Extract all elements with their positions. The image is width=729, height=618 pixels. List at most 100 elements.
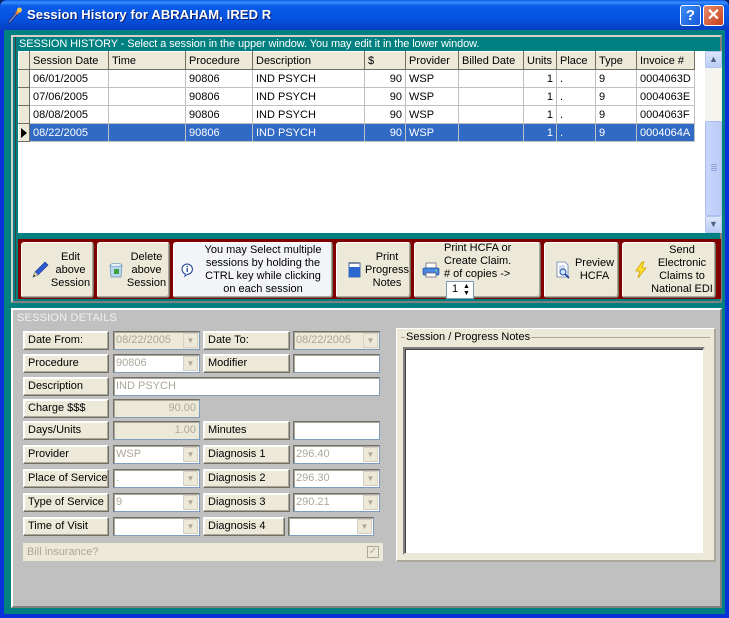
cell-invoice[interactable]: 0004063F — [636, 105, 695, 124]
cell-place[interactable]: . — [556, 123, 596, 142]
cell-billed-date[interactable] — [458, 123, 524, 142]
cell-session-date[interactable]: 07/06/2005 — [29, 87, 109, 106]
col-time[interactable]: Time — [108, 51, 186, 70]
cell-time[interactable] — [108, 105, 186, 124]
chevron-down-icon[interactable]: ▼ — [183, 447, 198, 462]
col-provider[interactable]: Provider — [405, 51, 459, 70]
cell-description[interactable]: IND PSYCH — [252, 87, 365, 106]
provider-dropdown[interactable]: WSP ▼ — [113, 445, 200, 464]
session-row[interactable]: 06/01/2005 90806 IND PSYCH 90 WSP 1. 9 0004063D — [18, 69, 695, 88]
cell-units[interactable]: 1 — [523, 123, 557, 142]
bill-insurance-checkbox[interactable]: ✓ — [367, 546, 379, 558]
chevron-down-icon[interactable]: ▼ — [363, 471, 378, 486]
diagnosis-4-dropdown[interactable]: ▼ — [288, 517, 374, 536]
cell-billed-date[interactable] — [458, 69, 524, 88]
chevron-down-icon[interactable]: ▼ — [363, 495, 378, 510]
cell-billed-date[interactable] — [458, 87, 524, 106]
col-place[interactable]: Place — [556, 51, 596, 70]
cell-units[interactable]: 1 — [523, 69, 557, 88]
cell-type[interactable]: 9 — [595, 105, 637, 124]
description-input[interactable]: IND PSYCH — [113, 377, 380, 396]
col-amount[interactable]: $ — [364, 51, 406, 70]
cell-amount[interactable]: 90 — [364, 87, 406, 106]
cell-invoice[interactable]: 0004063E — [636, 87, 695, 106]
send-edi-claims-button[interactable]: Send Electronic Claims to National EDI — [622, 242, 716, 298]
cell-provider[interactable]: WSP — [405, 87, 459, 106]
date-from-field[interactable]: 08/22/2005 ▼ — [113, 331, 200, 350]
procedure-dropdown[interactable]: 90806 ▼ — [113, 354, 200, 373]
cell-type[interactable]: 9 — [595, 87, 637, 106]
scroll-down-button[interactable]: ▼ — [705, 216, 722, 233]
diagnosis-3-dropdown[interactable]: 290.21 ▼ — [293, 493, 380, 512]
row-selector[interactable] — [18, 105, 30, 124]
delete-session-button[interactable]: Delete above Session — [97, 242, 170, 298]
copies-spinner[interactable]: 1 ▲ ▼ — [446, 280, 474, 299]
cell-description[interactable]: IND PSYCH — [252, 105, 365, 124]
spin-up-icon[interactable]: ▲ — [463, 283, 473, 290]
spin-down-icon[interactable]: ▼ — [463, 290, 473, 297]
place-of-service-dropdown[interactable]: . ▼ — [113, 469, 200, 488]
cell-billed-date[interactable] — [458, 105, 524, 124]
modifier-input[interactable] — [293, 354, 380, 373]
chevron-down-icon[interactable]: ▼ — [183, 356, 198, 371]
cell-procedure[interactable]: 90806 — [185, 69, 253, 88]
session-grid[interactable]: Session Date Time Procedure Description … — [18, 51, 705, 233]
date-to-field[interactable]: 08/22/2005 ▼ — [293, 331, 380, 350]
cell-invoice[interactable]: 0004063D — [636, 69, 695, 88]
chevron-down-icon[interactable]: ▼ — [183, 519, 198, 534]
type-of-service-dropdown[interactable]: 9 ▼ — [113, 493, 200, 512]
days-units-input[interactable]: 1.00 — [113, 421, 200, 440]
cell-description[interactable]: IND PSYCH — [252, 123, 365, 142]
print-hcfa-button[interactable]: Print HCFA or Create Claim. # of copies … — [414, 242, 541, 299]
col-session-date[interactable]: Session Date — [29, 51, 109, 70]
cell-type[interactable]: 9 — [595, 69, 637, 88]
grid-vertical-scrollbar[interactable]: ▲ ▼ — [705, 51, 722, 233]
cell-provider[interactable]: WSP — [405, 123, 459, 142]
diagnosis-1-dropdown[interactable]: 296.40 ▼ — [293, 445, 380, 464]
col-procedure[interactable]: Procedure — [185, 51, 253, 70]
cell-procedure[interactable]: 90806 — [185, 105, 253, 124]
cell-units[interactable]: 1 — [523, 87, 557, 106]
cell-time[interactable] — [108, 87, 186, 106]
cell-units[interactable]: 1 — [523, 105, 557, 124]
scroll-thumb[interactable] — [705, 121, 722, 216]
bill-insurance-row[interactable]: Bill insurance? ✓ — [23, 543, 383, 561]
cell-type[interactable]: 9 — [595, 123, 637, 142]
cell-procedure[interactable]: 90806 — [185, 87, 253, 106]
minutes-input[interactable] — [293, 421, 380, 440]
session-row[interactable]: 08/22/2005 90806 IND PSYCH 90 WSP 1. 9 0004064A — [18, 123, 695, 142]
diagnosis-2-dropdown[interactable]: 296.30 ▼ — [293, 469, 380, 488]
cell-session-date[interactable]: 06/01/2005 — [29, 69, 109, 88]
cell-provider[interactable]: WSP — [405, 105, 459, 124]
scroll-up-button[interactable]: ▲ — [705, 51, 722, 68]
cell-place[interactable]: . — [556, 105, 596, 124]
col-billed-date[interactable]: Billed Date — [458, 51, 524, 70]
chevron-down-icon[interactable]: ▼ — [363, 447, 378, 462]
session-row[interactable]: 07/06/2005 90806 IND PSYCH 90 WSP 1. 9 0004063E — [18, 87, 695, 106]
col-units[interactable]: Units — [523, 51, 557, 70]
row-selector[interactable] — [18, 123, 30, 142]
col-description[interactable]: Description — [252, 51, 365, 70]
col-invoice[interactable]: Invoice # — [636, 51, 695, 70]
time-of-visit-dropdown[interactable]: ▼ — [113, 517, 200, 536]
cell-time[interactable] — [108, 123, 186, 142]
session-row[interactable]: 08/08/2005 90806 IND PSYCH 90 WSP 1. 9 0004063F — [18, 105, 695, 124]
preview-hcfa-button[interactable]: Preview HCFA — [544, 242, 619, 298]
chevron-down-icon[interactable]: ▼ — [357, 519, 372, 534]
cell-place[interactable]: . — [556, 69, 596, 88]
chevron-down-icon[interactable]: ▼ — [183, 495, 198, 510]
cell-description[interactable]: IND PSYCH — [252, 69, 365, 88]
cell-place[interactable]: . — [556, 87, 596, 106]
col-type[interactable]: Type — [595, 51, 637, 70]
close-button[interactable]: ✕ — [703, 5, 724, 26]
title-bar[interactable]: Session History for ABRAHAM, IRED R ? ✕ — [0, 0, 729, 30]
cell-invoice[interactable]: 0004064A — [636, 123, 695, 142]
edit-session-button[interactable]: Edit above Session — [21, 242, 94, 298]
cell-procedure[interactable]: 90806 — [185, 123, 253, 142]
chevron-down-icon[interactable]: ▼ — [183, 471, 198, 486]
chevron-down-icon[interactable]: ▼ — [363, 333, 378, 348]
cell-amount[interactable]: 90 — [364, 69, 406, 88]
cell-session-date[interactable]: 08/08/2005 — [29, 105, 109, 124]
chevron-down-icon[interactable]: ▼ — [183, 333, 198, 348]
cell-amount[interactable]: 90 — [364, 105, 406, 124]
